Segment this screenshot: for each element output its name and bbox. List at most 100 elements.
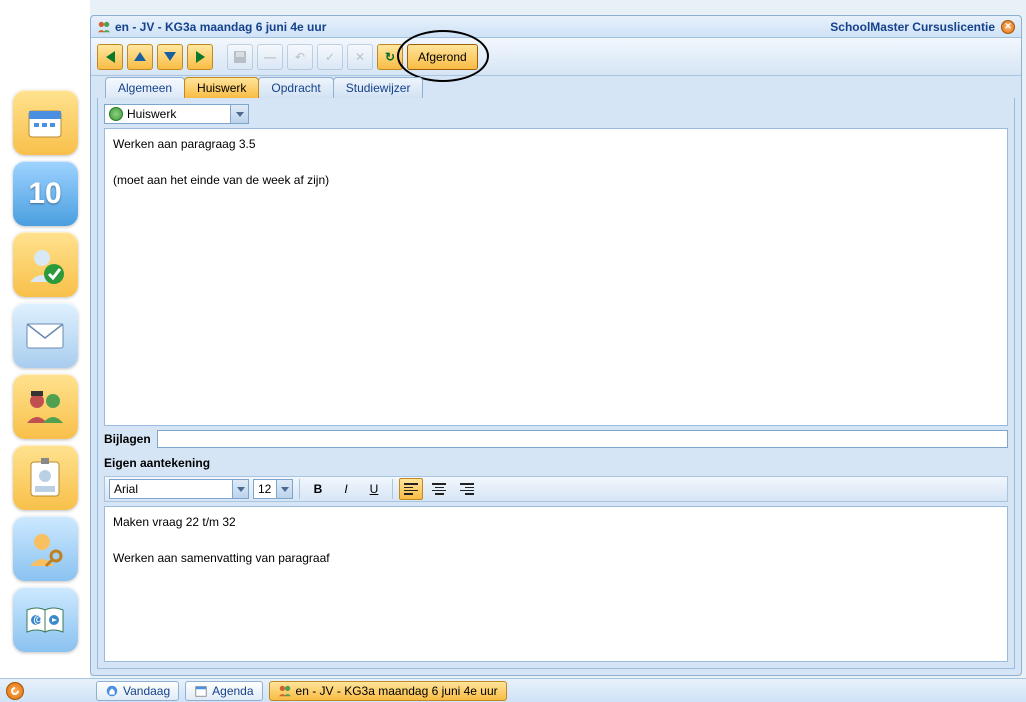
- home-icon: [105, 684, 119, 698]
- notes-heading: Eigen aantekening: [104, 452, 1008, 472]
- nav-up-button[interactable]: [127, 44, 153, 70]
- main-toolbar: — ↶ ✓ ✕ ↻ Afgerond: [91, 38, 1021, 76]
- task-current[interactable]: en - JV - KG3a maandag 6 juni 4e uur: [269, 681, 507, 701]
- bold-button[interactable]: B: [306, 478, 330, 500]
- window-titlebar: en - JV - KG3a maandag 6 juni 4e uur Sch…: [91, 16, 1021, 38]
- window-title: en - JV - KG3a maandag 6 juni 4e uur: [115, 20, 326, 34]
- tab-content: Huiswerk Werken aan paragraag 3.5 (moet …: [97, 98, 1015, 669]
- tab-label: Huiswerk: [197, 81, 246, 95]
- cancel-button: ✕: [347, 44, 373, 70]
- x-icon: ✕: [355, 50, 365, 64]
- chevron-down-icon: [230, 105, 248, 123]
- date-number-icon: 10: [28, 177, 61, 211]
- tab-huiswerk[interactable]: Huiswerk: [184, 77, 259, 98]
- tab-label: Algemeen: [118, 81, 172, 95]
- nav-down-button[interactable]: [157, 44, 183, 70]
- arrow-up-icon: [134, 52, 146, 61]
- user-key-icon: [24, 528, 66, 570]
- tab-bar: Algemeen Huiswerk Opdracht Studiewijzer: [91, 76, 1021, 98]
- separator: [299, 479, 300, 499]
- align-left-button[interactable]: [399, 478, 423, 500]
- task-label: Agenda: [212, 684, 253, 698]
- italic-button[interactable]: I: [334, 478, 358, 500]
- main-window: en - JV - KG3a maandag 6 juni 4e uur Sch…: [90, 15, 1022, 676]
- undo-button: ↶: [287, 44, 313, 70]
- nav-prev-button[interactable]: [97, 44, 123, 70]
- font-family-select[interactable]: Arial: [109, 479, 249, 499]
- sidebar-students[interactable]: [13, 374, 78, 439]
- dropdown-value: Huiswerk: [127, 107, 176, 121]
- nav-next-button[interactable]: [187, 44, 213, 70]
- people-icon: [278, 684, 292, 698]
- arrow-down-icon: [164, 52, 176, 61]
- separator: [392, 479, 393, 499]
- brand-label: SchoolMaster Cursuslicentie: [830, 20, 995, 34]
- attachments-label: Bijlagen: [104, 432, 151, 446]
- undo-icon: ↶: [295, 50, 305, 64]
- notes-textarea[interactable]: Maken vraag 22 t/m 32 Werken aan samenva…: [104, 506, 1008, 662]
- students-icon: [23, 387, 67, 427]
- id-badge-icon: [27, 456, 63, 500]
- underline-icon: U: [370, 482, 379, 496]
- align-left-icon: [404, 483, 418, 494]
- sidebar-mail[interactable]: [13, 303, 78, 368]
- sidebar-date[interactable]: 10: [13, 161, 78, 226]
- book-icon: @: [23, 602, 67, 638]
- task-bar: Vandaag Agenda en - JV - KG3a maandag 6 …: [0, 678, 1026, 702]
- arrow-left-icon: [106, 51, 115, 63]
- font-size-select[interactable]: 12: [253, 479, 293, 499]
- refresh-icon: ↻: [385, 50, 395, 64]
- editor-toolbar: Arial 12 B I U: [104, 476, 1008, 502]
- check-button: ✓: [317, 44, 343, 70]
- save-icon: [232, 49, 248, 65]
- people-icon: [97, 20, 111, 34]
- afgerond-label: Afgerond: [418, 50, 467, 64]
- underline-button[interactable]: U: [362, 478, 386, 500]
- afgerond-button[interactable]: Afgerond: [407, 44, 478, 70]
- user-check-icon: [24, 244, 66, 286]
- tab-opdracht[interactable]: Opdracht: [258, 77, 333, 98]
- start-button[interactable]: [6, 682, 24, 700]
- close-button[interactable]: ✕: [1001, 20, 1015, 34]
- refresh-button[interactable]: ↻: [377, 44, 403, 70]
- tab-algemeen[interactable]: Algemeen: [105, 77, 185, 98]
- align-center-icon: [432, 483, 446, 494]
- align-right-icon: [460, 483, 474, 494]
- bold-icon: B: [314, 482, 323, 496]
- align-right-button[interactable]: [455, 478, 479, 500]
- italic-icon: I: [344, 482, 347, 496]
- globe-icon: [109, 107, 123, 121]
- sidebar-user-key[interactable]: [13, 516, 78, 581]
- task-label: Vandaag: [123, 684, 170, 698]
- tab-label: Opdracht: [271, 81, 320, 95]
- minus-icon: —: [264, 50, 276, 64]
- sidebar-user-check[interactable]: [13, 232, 78, 297]
- tab-label: Studiewijzer: [346, 81, 411, 95]
- calendar-icon: [25, 103, 65, 143]
- chevron-down-icon: [232, 480, 248, 498]
- delete-button: —: [257, 44, 283, 70]
- font-value: Arial: [114, 482, 138, 496]
- task-agenda[interactable]: Agenda: [185, 681, 262, 701]
- attachments-input[interactable]: [157, 430, 1008, 448]
- size-value: 12: [258, 482, 271, 496]
- sidebar-calendar[interactable]: [13, 90, 78, 155]
- attachments-row: Bijlagen: [104, 430, 1008, 448]
- save-button: [227, 44, 253, 70]
- app-sidebar: 10 @: [0, 0, 90, 680]
- chevron-down-icon: [276, 480, 292, 498]
- sidebar-id-badge[interactable]: [13, 445, 78, 510]
- check-icon: ✓: [325, 50, 335, 64]
- homework-textarea[interactable]: Werken aan paragraag 3.5 (moet aan het e…: [104, 128, 1008, 426]
- calendar-small-icon: [194, 684, 208, 698]
- task-vandaag[interactable]: Vandaag: [96, 681, 179, 701]
- power-icon: [9, 685, 20, 696]
- task-label: en - JV - KG3a maandag 6 juni 4e uur: [296, 684, 498, 698]
- sidebar-book[interactable]: @: [13, 587, 78, 652]
- align-center-button[interactable]: [427, 478, 451, 500]
- arrow-right-icon: [196, 51, 205, 63]
- svg-text:@: @: [33, 612, 45, 626]
- tab-studiewijzer[interactable]: Studiewijzer: [333, 77, 424, 98]
- mail-icon: [24, 320, 66, 352]
- type-dropdown[interactable]: Huiswerk: [104, 104, 249, 124]
